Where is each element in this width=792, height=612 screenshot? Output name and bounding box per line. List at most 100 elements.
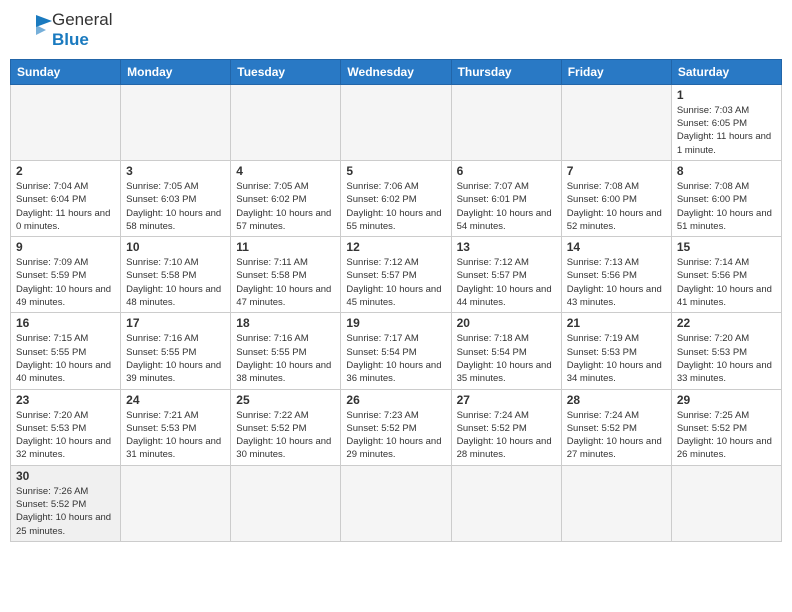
calendar-cell: 26 Sunrise: 7:23 AM Sunset: 5:52 PM Dayli… xyxy=(341,389,451,465)
day-info: Sunrise: 7:17 AM Sunset: 5:54 PM Dayligh… xyxy=(346,332,445,385)
day-info: Sunrise: 7:05 AM Sunset: 6:03 PM Dayligh… xyxy=(126,180,225,233)
calendar-cell: 21 Sunrise: 7:19 AM Sunset: 5:53 PM Dayli… xyxy=(561,313,671,389)
calendar-cell xyxy=(451,84,561,160)
day-number: 2 xyxy=(16,164,115,178)
day-info: Sunrise: 7:07 AM Sunset: 6:01 PM Dayligh… xyxy=(457,180,556,233)
day-info: Sunrise: 7:16 AM Sunset: 5:55 PM Dayligh… xyxy=(236,332,335,385)
day-number: 8 xyxy=(677,164,776,178)
day-number: 30 xyxy=(16,469,115,483)
calendar-cell xyxy=(561,465,671,541)
calendar-cell xyxy=(341,465,451,541)
day-number: 18 xyxy=(236,316,335,330)
day-info: Sunrise: 7:24 AM Sunset: 5:52 PM Dayligh… xyxy=(457,409,556,462)
day-number: 10 xyxy=(126,240,225,254)
day-info: Sunrise: 7:26 AM Sunset: 5:52 PM Dayligh… xyxy=(16,485,115,538)
weekday-header-friday: Friday xyxy=(561,59,671,84)
calendar-cell: 27 Sunrise: 7:24 AM Sunset: 5:52 PM Dayli… xyxy=(451,389,561,465)
day-number: 19 xyxy=(346,316,445,330)
page: General Blue SundayMondayTuesdayWednesda… xyxy=(0,0,792,612)
day-number: 17 xyxy=(126,316,225,330)
calendar-cell xyxy=(451,465,561,541)
day-info: Sunrise: 7:14 AM Sunset: 5:56 PM Dayligh… xyxy=(677,256,776,309)
weekday-header-saturday: Saturday xyxy=(671,59,781,84)
calendar-cell xyxy=(561,84,671,160)
calendar-cell xyxy=(231,465,341,541)
calendar-cell: 4 Sunrise: 7:05 AM Sunset: 6:02 PM Daylig… xyxy=(231,160,341,236)
day-info: Sunrise: 7:09 AM Sunset: 5:59 PM Dayligh… xyxy=(16,256,115,309)
calendar-cell: 12Sunrise: 7:12 AM Sunset: 5:57 PM Dayli… xyxy=(341,237,451,313)
calendar-cell: 30 Sunrise: 7:26 AM Sunset: 5:52 PM Dayli… xyxy=(11,465,121,541)
weekday-header-monday: Monday xyxy=(121,59,231,84)
day-info: Sunrise: 7:10 AM Sunset: 5:58 PM Dayligh… xyxy=(126,256,225,309)
day-info: Sunrise: 7:08 AM Sunset: 6:00 PM Dayligh… xyxy=(567,180,666,233)
calendar-cell xyxy=(11,84,121,160)
day-info: Sunrise: 7:06 AM Sunset: 6:02 PM Dayligh… xyxy=(346,180,445,233)
calendar-cell: 15 Sunrise: 7:14 AM Sunset: 5:56 PM Dayli… xyxy=(671,237,781,313)
header: General Blue xyxy=(10,10,782,51)
day-number: 20 xyxy=(457,316,556,330)
day-info: Sunrise: 7:24 AM Sunset: 5:52 PM Dayligh… xyxy=(567,409,666,462)
week-row-5: 23 Sunrise: 7:20 AM Sunset: 5:53 PM Dayli… xyxy=(11,389,782,465)
day-number: 22 xyxy=(677,316,776,330)
day-number: 12 xyxy=(346,240,445,254)
logo-general-text: General xyxy=(52,10,112,30)
weekday-header-tuesday: Tuesday xyxy=(231,59,341,84)
calendar-cell: 24Sunrise: 7:21 AM Sunset: 5:53 PM Dayli… xyxy=(121,389,231,465)
day-info: Sunrise: 7:22 AM Sunset: 5:52 PM Dayligh… xyxy=(236,409,335,462)
weekday-header-thursday: Thursday xyxy=(451,59,561,84)
day-info: Sunrise: 7:08 AM Sunset: 6:00 PM Dayligh… xyxy=(677,180,776,233)
calendar-cell: 6Sunrise: 7:07 AM Sunset: 6:01 PM Daylig… xyxy=(451,160,561,236)
calendar-cell xyxy=(231,84,341,160)
day-info: Sunrise: 7:11 AM Sunset: 5:58 PM Dayligh… xyxy=(236,256,335,309)
calendar-cell: 2Sunrise: 7:04 AM Sunset: 6:04 PM Daylig… xyxy=(11,160,121,236)
day-number: 4 xyxy=(236,164,335,178)
calendar-cell: 10 Sunrise: 7:10 AM Sunset: 5:58 PM Dayli… xyxy=(121,237,231,313)
calendar-cell: 7Sunrise: 7:08 AM Sunset: 6:00 PM Daylig… xyxy=(561,160,671,236)
day-info: Sunrise: 7:25 AM Sunset: 5:52 PM Dayligh… xyxy=(677,409,776,462)
day-info: Sunrise: 7:20 AM Sunset: 5:53 PM Dayligh… xyxy=(677,332,776,385)
day-number: 23 xyxy=(16,393,115,407)
day-info: Sunrise: 7:03 AM Sunset: 6:05 PM Dayligh… xyxy=(677,104,776,157)
week-row-6: 30 Sunrise: 7:26 AM Sunset: 5:52 PM Dayli… xyxy=(11,465,782,541)
day-number: 11 xyxy=(236,240,335,254)
day-number: 14 xyxy=(567,240,666,254)
calendar-cell: 14Sunrise: 7:13 AM Sunset: 5:56 PM Dayli… xyxy=(561,237,671,313)
calendar-cell: 29 Sunrise: 7:25 AM Sunset: 5:52 PM Dayli… xyxy=(671,389,781,465)
day-number: 1 xyxy=(677,88,776,102)
day-number: 28 xyxy=(567,393,666,407)
logo-blue-text: Blue xyxy=(52,30,112,50)
day-info: Sunrise: 7:19 AM Sunset: 5:53 PM Dayligh… xyxy=(567,332,666,385)
day-info: Sunrise: 7:20 AM Sunset: 5:53 PM Dayligh… xyxy=(16,409,115,462)
logo: General Blue xyxy=(14,10,112,51)
day-number: 15 xyxy=(677,240,776,254)
calendar-cell xyxy=(121,84,231,160)
day-number: 27 xyxy=(457,393,556,407)
week-row-4: 16Sunrise: 7:15 AM Sunset: 5:55 PM Dayli… xyxy=(11,313,782,389)
calendar-cell: 11 Sunrise: 7:11 AM Sunset: 5:58 PM Dayli… xyxy=(231,237,341,313)
calendar-cell: 16Sunrise: 7:15 AM Sunset: 5:55 PM Dayli… xyxy=(11,313,121,389)
day-info: Sunrise: 7:05 AM Sunset: 6:02 PM Dayligh… xyxy=(236,180,335,233)
day-number: 26 xyxy=(346,393,445,407)
calendar-cell: 17 Sunrise: 7:16 AM Sunset: 5:55 PM Dayli… xyxy=(121,313,231,389)
calendar-cell: 3Sunrise: 7:05 AM Sunset: 6:03 PM Daylig… xyxy=(121,160,231,236)
calendar-cell: 23 Sunrise: 7:20 AM Sunset: 5:53 PM Dayli… xyxy=(11,389,121,465)
day-info: Sunrise: 7:16 AM Sunset: 5:55 PM Dayligh… xyxy=(126,332,225,385)
day-info: Sunrise: 7:15 AM Sunset: 5:55 PM Dayligh… xyxy=(16,332,115,385)
calendar-cell: 25Sunrise: 7:22 AM Sunset: 5:52 PM Dayli… xyxy=(231,389,341,465)
day-info: Sunrise: 7:23 AM Sunset: 5:52 PM Dayligh… xyxy=(346,409,445,462)
weekday-header-wednesday: Wednesday xyxy=(341,59,451,84)
calendar-cell: 5 Sunrise: 7:06 AM Sunset: 6:02 PM Daylig… xyxy=(341,160,451,236)
day-number: 5 xyxy=(346,164,445,178)
week-row-2: 2Sunrise: 7:04 AM Sunset: 6:04 PM Daylig… xyxy=(11,160,782,236)
day-info: Sunrise: 7:21 AM Sunset: 5:53 PM Dayligh… xyxy=(126,409,225,462)
weekday-header-row: SundayMondayTuesdayWednesdayThursdayFrid… xyxy=(11,59,782,84)
calendar-cell xyxy=(341,84,451,160)
day-info: Sunrise: 7:18 AM Sunset: 5:54 PM Dayligh… xyxy=(457,332,556,385)
day-number: 29 xyxy=(677,393,776,407)
calendar-cell: 9Sunrise: 7:09 AM Sunset: 5:59 PM Daylig… xyxy=(11,237,121,313)
calendar-cell: 28 Sunrise: 7:24 AM Sunset: 5:52 PM Dayli… xyxy=(561,389,671,465)
week-row-1: 1 Sunrise: 7:03 AM Sunset: 6:05 PM Daylig… xyxy=(11,84,782,160)
calendar-cell: 1 Sunrise: 7:03 AM Sunset: 6:05 PM Daylig… xyxy=(671,84,781,160)
calendar-cell xyxy=(121,465,231,541)
day-number: 21 xyxy=(567,316,666,330)
